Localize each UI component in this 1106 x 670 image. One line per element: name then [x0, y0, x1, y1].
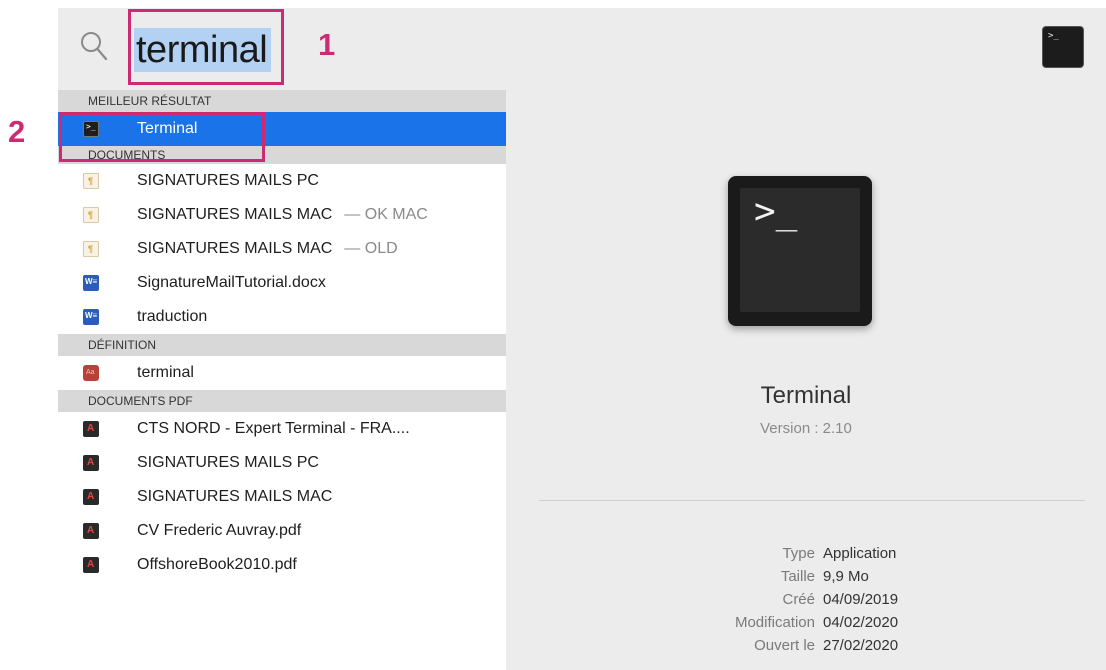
list-item[interactable]: A OffshoreBook2010.pdf [58, 548, 506, 582]
metadata-key: Taille [780, 568, 815, 585]
list-item[interactable]: ¶ SIGNATURES MAILS MAC — OK MAC [58, 198, 506, 232]
result-label: OffshoreBook2010.pdf [137, 556, 297, 573]
annotation-number-1: 1 [318, 27, 336, 62]
result-label: CTS NORD - Expert Terminal - FRA.... [137, 420, 410, 437]
preview-pane: >_ Terminal Version : 2.10 Type Applicat… [506, 90, 1106, 670]
metadata-row: Type Application [506, 542, 1106, 565]
pages-document-icon: ¶ [83, 207, 99, 223]
section-header-best: MEILLEUR RÉSULTAT [58, 90, 506, 112]
metadata-key: Créé [782, 591, 815, 608]
result-label: SIGNATURES MAILS MAC [137, 206, 333, 223]
metadata-key: Type [782, 545, 815, 562]
pdf-icon: A [83, 489, 99, 505]
pdf-icon: A [83, 523, 99, 539]
result-label: terminal [137, 364, 194, 381]
spotlight-window: terminal >_ MEILLEUR RÉSULTAT >_ Termina… [58, 8, 1106, 670]
terminal-app-icon[interactable]: >_ [1042, 26, 1084, 68]
pdf-icon: A [83, 421, 99, 437]
metadata-row: Modification 04/02/2020 [506, 611, 1106, 634]
list-item[interactable]: A SIGNATURES MAILS PC [58, 446, 506, 480]
terminal-prompt-glyph: >_ [1048, 31, 1059, 41]
terminal-prompt-glyph: >_ [754, 191, 798, 232]
metadata-key: Modification [734, 614, 815, 631]
list-item[interactable]: Aa terminal [58, 356, 506, 390]
result-label: SIGNATURES MAILS MAC [137, 240, 333, 257]
result-suffix: — OLD [344, 240, 398, 257]
search-icon [81, 32, 108, 61]
list-item[interactable]: A SIGNATURES MAILS MAC [58, 480, 506, 514]
section-header-definition: DÉFINITION [58, 334, 506, 356]
metadata-key: Ouvert le [754, 637, 815, 654]
result-label: traduction [137, 308, 208, 325]
metadata-row: Taille 9,9 Mo [506, 565, 1106, 588]
section-header-pdf: DOCUMENTS PDF [58, 390, 506, 412]
pages-document-icon: ¶ [83, 173, 99, 189]
result-label: SIGNATURES MAILS PC [137, 454, 319, 471]
result-label: SIGNATURES MAILS MAC [137, 488, 333, 505]
result-suffix: — OK MAC [344, 206, 428, 223]
result-label: SIGNATURES MAILS PC [137, 172, 319, 189]
divider [539, 500, 1085, 501]
metadata-value: Application [823, 545, 897, 562]
list-item[interactable]: ¶ SIGNATURES MAILS PC [58, 164, 506, 198]
list-item[interactable]: A CV Frederic Auvray.pdf [58, 514, 506, 548]
terminal-large-icon: >_ [728, 176, 872, 326]
word-document-icon: W≡ [83, 309, 99, 325]
metadata-row: Créé 04/09/2019 [506, 588, 1106, 611]
metadata-row: Ouvert le 27/02/2020 [506, 634, 1106, 657]
metadata-value: 27/02/2020 [823, 637, 899, 654]
list-item[interactable]: W≡ SignatureMailTutorial.docx [58, 266, 506, 300]
preview-app-version: Version : 2.10 [760, 420, 852, 437]
word-document-icon: W≡ [83, 275, 99, 291]
result-label: CV Frederic Auvray.pdf [137, 522, 302, 539]
pdf-icon: A [83, 557, 99, 573]
result-label: SignatureMailTutorial.docx [137, 274, 326, 291]
metadata-value: 9,9 Mo [823, 568, 869, 585]
preview-metadata: Type Application Taille 9,9 Mo Créé 04/0… [506, 542, 1106, 657]
pages-document-icon: ¶ [83, 241, 99, 257]
annotation-number-2: 2 [8, 114, 26, 149]
annotation-box-search [128, 9, 284, 85]
pdf-icon: A [83, 455, 99, 471]
dictionary-icon: Aa [83, 365, 99, 381]
metadata-value: 04/02/2020 [823, 614, 899, 631]
results-list: MEILLEUR RÉSULTAT >_ Terminal DOCUMENTS … [58, 90, 506, 670]
metadata-value: 04/09/2019 [823, 591, 899, 608]
list-item[interactable]: W≡ traduction [58, 300, 506, 334]
list-item[interactable]: A CTS NORD - Expert Terminal - FRA.... [58, 412, 506, 446]
annotation-box-result [59, 112, 265, 162]
preview-app-name: Terminal [760, 382, 852, 409]
terminal-icon-screen: >_ [740, 188, 860, 312]
list-item[interactable]: ¶ SIGNATURES MAILS MAC — OLD [58, 232, 506, 266]
